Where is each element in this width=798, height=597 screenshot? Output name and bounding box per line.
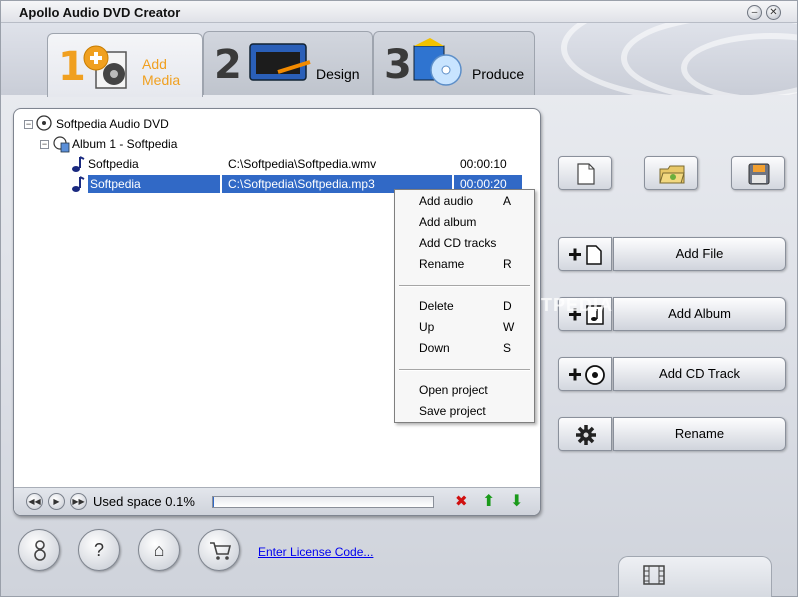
- menu-item-delete[interactable]: Delete D: [395, 296, 534, 317]
- tab-add-media-label-2: Media: [142, 72, 181, 88]
- tab-design-label: Design: [316, 66, 360, 82]
- save-project-button[interactable]: [731, 156, 785, 190]
- menu-item-label: Down: [419, 341, 450, 355]
- rename-icon-button[interactable]: [558, 417, 612, 451]
- menu-item-label: Up: [419, 320, 435, 334]
- step-number: 3: [384, 42, 412, 88]
- produce-icon: [413, 38, 462, 86]
- gear-icon: [576, 425, 596, 445]
- album-icon: [53, 136, 70, 153]
- menu-item-save-project[interactable]: Save project: [395, 401, 534, 422]
- album-expander[interactable]: −: [40, 140, 49, 149]
- tree-root[interactable]: Softpedia Audio DVD: [56, 115, 169, 133]
- music-note-icon: [72, 156, 85, 172]
- enter-license-link[interactable]: Enter License Code...: [258, 545, 373, 559]
- home-button[interactable]: ⌂: [138, 529, 180, 571]
- menu-item-add-cd-tracks[interactable]: Add CD tracks: [395, 233, 534, 254]
- open-project-button[interactable]: [644, 156, 698, 190]
- track-path: C:\Softpedia\Softpedia.wmv: [228, 157, 377, 171]
- used-space-label: Used space 0.1%: [93, 494, 195, 509]
- root-expander[interactable]: −: [24, 120, 33, 129]
- step-number: 2: [214, 42, 242, 88]
- window-title: Apollo Audio DVD Creator: [19, 5, 181, 20]
- add-cd-track-icon: [569, 365, 605, 385]
- tab-produce[interactable]: 3 Produce: [373, 31, 535, 95]
- minimize-button[interactable]: –: [747, 5, 762, 20]
- tab-produce-label: Produce: [472, 66, 525, 82]
- used-space-bar: [212, 496, 434, 508]
- open-folder-icon: [659, 165, 685, 184]
- delete-icon[interactable]: ✖: [455, 492, 468, 510]
- track-name-selected[interactable]: Softpedia: [88, 175, 220, 193]
- menu-item-label: Add CD tracks: [419, 236, 497, 250]
- menu-item-up[interactable]: Up W: [395, 317, 534, 338]
- menu-item-label: Rename: [419, 257, 465, 271]
- forward-button[interactable]: ▶▶: [70, 493, 87, 510]
- add-cd-track-button[interactable]: Add CD Track: [613, 357, 786, 391]
- context-menu: Add audio A Add album Add CD tracks Rena…: [394, 189, 535, 423]
- menu-item-shortcut: R: [503, 257, 512, 271]
- menu-item-shortcut: S: [503, 341, 512, 355]
- menu-item-down[interactable]: Down S: [395, 338, 534, 359]
- title-bar: Apollo Audio DVD Creator – ✕: [1, 1, 797, 23]
- track-duration: 00:00:10: [460, 157, 507, 171]
- menu-item-label: Save project: [419, 404, 486, 418]
- person-icon: [34, 540, 46, 561]
- buy-button[interactable]: [198, 529, 240, 571]
- tab-add-media[interactable]: 1 Add Media: [47, 33, 203, 97]
- move-down-icon[interactable]: ⬇: [510, 491, 523, 511]
- menu-item-rename[interactable]: Rename R: [395, 254, 534, 275]
- add-album-button[interactable]: Add Album: [613, 297, 786, 331]
- menu-item-shortcut: D: [503, 299, 512, 313]
- dvd-icon: [36, 115, 52, 131]
- new-document-icon: [577, 163, 595, 185]
- menu-item-add-album[interactable]: Add album: [395, 212, 534, 233]
- close-button[interactable]: ✕: [766, 5, 781, 20]
- menu-item-label: Delete: [419, 299, 454, 313]
- rewind-button[interactable]: ◀◀: [26, 493, 43, 510]
- about-button[interactable]: [18, 529, 60, 571]
- menu-item-label: Open project: [419, 383, 488, 397]
- menu-item-label: Add album: [419, 215, 477, 229]
- music-note-icon: [72, 176, 85, 192]
- app-window: Apollo Audio DVD Creator – ✕ 1 Add Media…: [0, 0, 798, 597]
- move-up-icon[interactable]: ⬆: [482, 491, 495, 511]
- menu-item-open-project[interactable]: Open project: [395, 380, 534, 401]
- play-button[interactable]: ▶: [48, 493, 65, 510]
- design-icon: [249, 43, 311, 81]
- menu-item-label: Add audio: [419, 194, 474, 208]
- tab-design[interactable]: 2 Design: [203, 31, 373, 95]
- menu-separator: [399, 369, 530, 371]
- add-media-icon: [83, 45, 127, 89]
- save-disk-icon: [748, 163, 770, 185]
- help-button[interactable]: ?: [78, 529, 120, 571]
- menu-item-shortcut: W: [503, 320, 515, 334]
- add-file-icon: [569, 245, 602, 265]
- track-name[interactable]: Softpedia: [88, 155, 214, 173]
- tab-add-media-label-1: Add: [142, 56, 167, 72]
- add-file-icon-button[interactable]: [558, 237, 612, 271]
- add-cd-track-icon-button[interactable]: [558, 357, 612, 391]
- preview-tab[interactable]: [618, 556, 772, 597]
- menu-item-shortcut: A: [503, 194, 512, 208]
- new-project-button[interactable]: [558, 156, 612, 190]
- rename-button[interactable]: Rename: [613, 417, 786, 451]
- panel-footer: ◀◀ ▶ ▶▶ Used space 0.1% ✖ ⬆ ⬇: [14, 487, 540, 515]
- add-file-button[interactable]: Add File: [613, 237, 786, 271]
- menu-separator: [399, 285, 530, 287]
- tree-album[interactable]: Album 1 - Softpedia: [72, 135, 177, 153]
- film-strip-icon: [643, 565, 665, 585]
- menu-item-add-audio[interactable]: Add audio A: [395, 191, 534, 212]
- shopping-cart-icon: [210, 542, 231, 560]
